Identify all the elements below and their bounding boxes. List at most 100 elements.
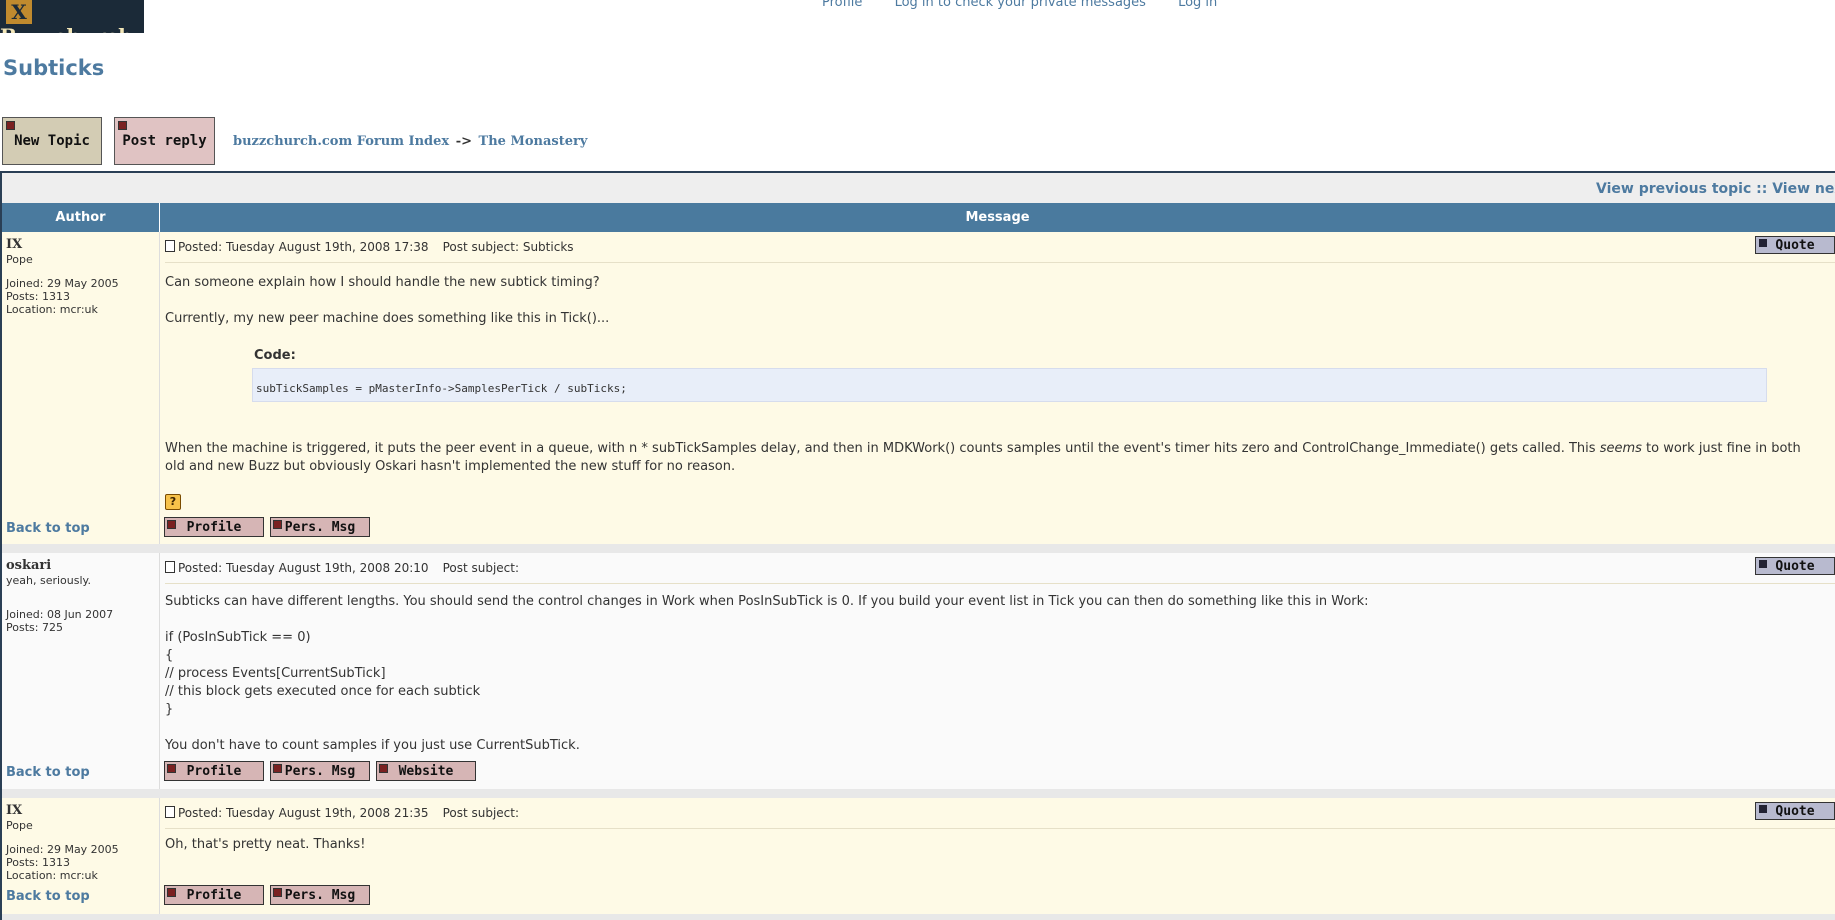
button-bullet-icon (167, 888, 176, 897)
post-subject: Post subject: (442, 806, 520, 820)
post-author-panel: IX Pope Joined: 29 May 2005 Posts: 1313 … (2, 232, 160, 544)
back-to-top-link[interactable]: Back to top (6, 889, 90, 904)
website-button[interactable]: Website (376, 761, 476, 781)
post-text: Currently, my new peer machine does some… (165, 311, 610, 326)
author-joined: Joined: 29 May 2005 (6, 277, 119, 290)
post-text: // this block gets executed once for eac… (165, 684, 481, 699)
post-text: { (165, 648, 174, 663)
post-text: // process Events[CurrentSubTick] (165, 666, 386, 681)
pers-msg-button[interactable]: Pers. Msg (270, 761, 370, 781)
post-date: Posted: Tuesday August 19th, 2008 20:10 (178, 561, 429, 575)
post-subject: Post subject: Subticks (442, 240, 574, 254)
post-text: Oh, that's pretty neat. Thanks! (165, 837, 366, 852)
post-message: Posted: Tuesday August 19th, 2008 20:10 P… (162, 553, 1835, 789)
button-bullet-icon (1759, 560, 1767, 568)
page-title[interactable]: Subticks (3, 56, 104, 80)
author-joined: Joined: 08 Jun 2007 (6, 608, 114, 621)
site-logo[interactable]: XBuzzchurch (0, 0, 144, 33)
author-post-count: Posts: 725 (6, 621, 63, 634)
post-text: Subticks can have different lengths. You… (165, 594, 1369, 609)
view-next-topic-link[interactable]: View next topic (1772, 181, 1835, 197)
question-icon: ? (165, 494, 181, 510)
post-divider (165, 583, 1835, 584)
post-date: Posted: Tuesday August 19th, 2008 17:38 (178, 240, 429, 254)
author-name[interactable]: IX (6, 237, 22, 252)
author-column-header: Author (2, 203, 159, 232)
author-post-count: Posts: 1313 (6, 290, 70, 303)
button-bullet-icon (167, 764, 176, 773)
post-header: Posted: Tuesday August 19th, 2008 21:35 P… (165, 806, 519, 820)
post-spacer (2, 544, 1835, 553)
post-row: IX Pope Joined: 29 May 2005 Posts: 1313 … (2, 798, 1835, 914)
post-text: } (165, 702, 174, 717)
author-rank: yeah, seriously. (6, 574, 91, 587)
author-details: Joined: 08 Jun 2007 Posts: 725 (6, 608, 113, 634)
post-divider (165, 828, 1835, 829)
post-reply-button[interactable]: Post reply (114, 117, 215, 165)
author-details: Joined: 29 May 2005 Posts: 1313 Location… (6, 843, 119, 882)
post-date: Posted: Tuesday August 19th, 2008 21:35 (178, 806, 429, 820)
profile-button[interactable]: Profile (164, 885, 264, 905)
post-row: oskari yeah, seriously. Joined: 08 Jun 2… (2, 553, 1835, 789)
post-text: if (PosInSubTick == 0) (165, 630, 311, 645)
code-block: subTickSamples = pMasterInfo->SamplesPer… (252, 368, 1767, 402)
logo-mark-icon: X (6, 0, 32, 24)
post-subject: Post subject: (442, 561, 520, 575)
quote-button[interactable]: Quote (1755, 802, 1835, 820)
author-name[interactable]: IX (6, 803, 22, 818)
author-rank: Pope (6, 253, 33, 266)
nav-private-messages-link[interactable]: Log in to check your private messages (895, 0, 1146, 10)
topic-nav-separator: :: (1756, 181, 1768, 197)
button-bullet-icon (1759, 805, 1767, 813)
button-bullet-icon (273, 764, 282, 773)
post-row: IX Pope Joined: 29 May 2005 Posts: 1313 … (2, 232, 1835, 544)
post-divider (165, 262, 1835, 263)
back-to-top-link[interactable]: Back to top (6, 521, 90, 536)
button-bullet-icon (1759, 239, 1767, 247)
author-location: Location: mcr:uk (6, 869, 98, 882)
post-document-icon (165, 561, 175, 573)
button-bullet-icon (118, 121, 127, 130)
topic-navigation: View previous topic :: View next topic (2, 173, 1835, 203)
post-author-panel: oskari yeah, seriously. Joined: 08 Jun 2… (2, 553, 160, 789)
post-header: Posted: Tuesday August 19th, 2008 20:10 P… (165, 561, 519, 575)
breadcrumb-forum-link[interactable]: The Monastery (479, 134, 588, 149)
post-message: Posted: Tuesday August 19th, 2008 17:38 P… (162, 232, 1835, 544)
nav-profile-link[interactable]: Profile (822, 0, 862, 10)
breadcrumb-forum-index-link[interactable]: buzzchurch.com Forum Index (233, 134, 449, 149)
post-author-panel: IX Pope Joined: 29 May 2005 Posts: 1313 … (2, 798, 160, 914)
button-bullet-icon (273, 520, 282, 529)
post-spacer (2, 914, 1835, 920)
nav-login-link[interactable]: Log in (1178, 0, 1217, 10)
author-joined: Joined: 29 May 2005 (6, 843, 119, 856)
top-nav: Profile Log in to check your private mes… (822, 0, 1245, 10)
author-name[interactable]: oskari (6, 558, 51, 573)
breadcrumb-separator: -> (455, 134, 472, 149)
post-text: Can someone explain how I should handle … (165, 275, 600, 290)
post-header: Posted: Tuesday August 19th, 2008 17:38 P… (165, 240, 574, 254)
new-topic-button[interactable]: New Topic (2, 117, 102, 165)
post-document-icon (165, 240, 175, 252)
author-details: Joined: 29 May 2005 Posts: 1313 Location… (6, 277, 119, 316)
code-label: Code: (254, 348, 296, 363)
message-column-header: Message (160, 203, 1835, 232)
profile-button[interactable]: Profile (164, 761, 264, 781)
pers-msg-button[interactable]: Pers. Msg (270, 885, 370, 905)
post-text: old and new Buzz but obviously Oskari ha… (165, 459, 736, 474)
post-text: You don't have to count samples if you j… (165, 738, 580, 753)
quote-button[interactable]: Quote (1755, 236, 1835, 254)
quote-button[interactable]: Quote (1755, 557, 1835, 575)
author-post-count: Posts: 1313 (6, 856, 70, 869)
button-bullet-icon (167, 520, 176, 529)
author-rank: Pope (6, 819, 33, 832)
post-spacer (2, 789, 1835, 798)
view-previous-topic-link[interactable]: View previous topic (1596, 181, 1751, 197)
button-bullet-icon (273, 888, 282, 897)
profile-button[interactable]: Profile (164, 517, 264, 537)
back-to-top-link[interactable]: Back to top (6, 765, 90, 780)
post-document-icon (165, 806, 175, 818)
post-message: Posted: Tuesday August 19th, 2008 21:35 P… (162, 798, 1835, 914)
pers-msg-button[interactable]: Pers. Msg (270, 517, 370, 537)
post-text: When the machine is triggered, it puts t… (165, 441, 1801, 456)
breadcrumb: buzzchurch.com Forum Index -> The Monast… (233, 134, 587, 149)
